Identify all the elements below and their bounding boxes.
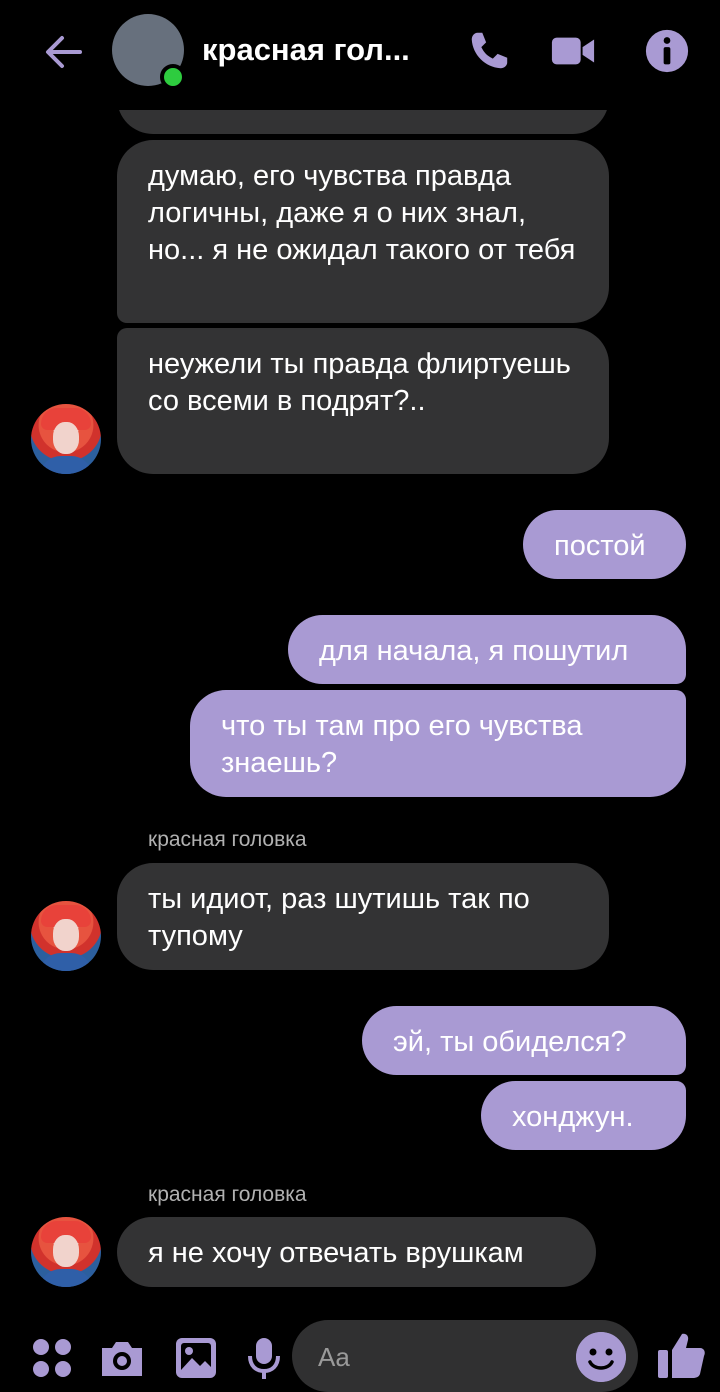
outgoing-message[interactable]: для начала, я пошутил bbox=[288, 615, 686, 684]
sender-avatar[interactable] bbox=[31, 901, 101, 971]
apps-icon[interactable] bbox=[28, 1334, 76, 1382]
outgoing-message[interactable]: постой bbox=[523, 510, 686, 579]
emoji-icon[interactable] bbox=[576, 1332, 626, 1382]
sender-avatar[interactable] bbox=[31, 404, 101, 474]
outgoing-message[interactable]: эй, ты обиделся? bbox=[362, 1006, 686, 1075]
video-camera-icon[interactable] bbox=[550, 28, 596, 74]
chat-header: красная гол... bbox=[0, 0, 720, 110]
incoming-message[interactable]: думаю, его чувства правда логичны, даже … bbox=[117, 140, 609, 323]
outgoing-message[interactable]: хонджун. bbox=[481, 1081, 686, 1150]
camera-icon[interactable] bbox=[98, 1334, 146, 1382]
thumbs-up-icon[interactable] bbox=[656, 1330, 706, 1380]
incoming-message[interactable]: ты идиот, раз шутишь так по тупому bbox=[117, 863, 609, 970]
sender-avatar[interactable] bbox=[31, 1217, 101, 1287]
incoming-message[interactable]: я не хочу отвечать врушкам bbox=[117, 1217, 596, 1287]
outgoing-message[interactable]: что ты там про его чувства знаешь? bbox=[190, 690, 686, 797]
sender-name: красная головка bbox=[148, 1183, 307, 1206]
phone-icon[interactable] bbox=[466, 28, 512, 74]
contact-avatar[interactable] bbox=[112, 14, 186, 90]
message-input-placeholder: Aa bbox=[318, 1342, 350, 1372]
incoming-message[interactable]: неужели ты правда флиртуешь со всеми в п… bbox=[117, 328, 609, 474]
arrow-left-icon[interactable] bbox=[40, 28, 88, 76]
microphone-icon[interactable] bbox=[240, 1334, 288, 1382]
chat-title[interactable]: красная гол... bbox=[202, 32, 410, 68]
gallery-icon[interactable] bbox=[172, 1334, 220, 1382]
info-icon[interactable] bbox=[644, 28, 690, 74]
sender-name: красная головка bbox=[148, 828, 307, 851]
online-status-dot bbox=[160, 64, 186, 90]
